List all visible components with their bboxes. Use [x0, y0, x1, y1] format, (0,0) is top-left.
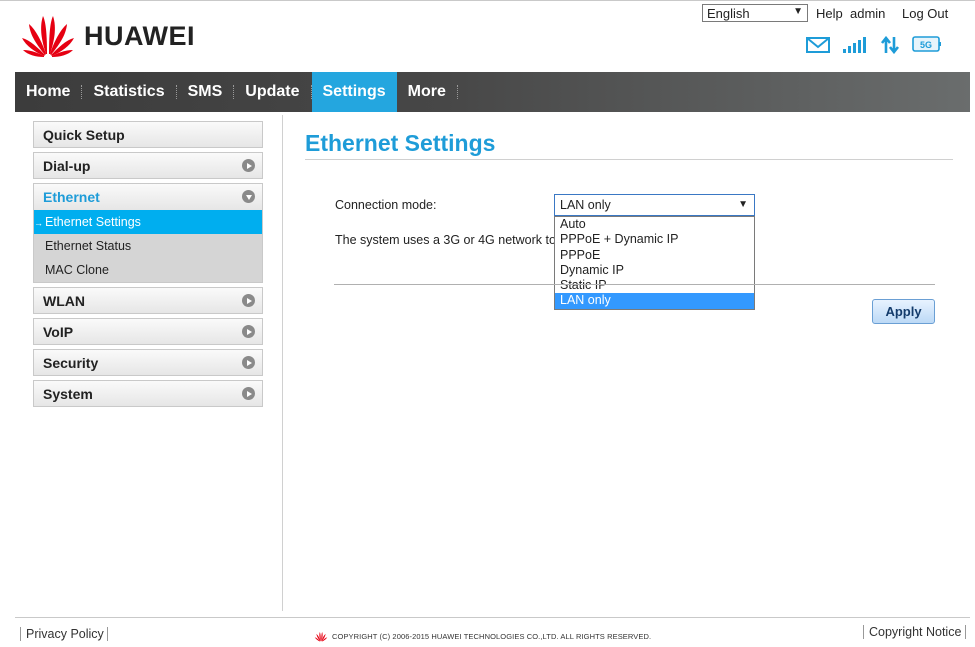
- huawei-flower-icon: [22, 16, 74, 57]
- sidebar-item-label: Ethernet: [43, 189, 100, 205]
- sidebar-item-security[interactable]: Security: [33, 349, 263, 376]
- footer-separator: [107, 627, 108, 641]
- expand-icon: [242, 294, 255, 307]
- connection-mode-select[interactable]: LAN only ▼: [554, 194, 755, 216]
- top-border: [0, 0, 975, 1]
- sidebar-item-ethernet-status[interactable]: Ethernet Status: [34, 234, 262, 258]
- option-dynamic-ip[interactable]: Dynamic IP: [555, 263, 754, 278]
- sidebar-item-voip[interactable]: VoIP: [33, 318, 263, 345]
- copyright-label: COPYRIGHT (C) 2006-2015 HUAWEI TECHNOLOG…: [332, 632, 652, 641]
- nav-settings[interactable]: Settings: [311, 72, 397, 112]
- title-divider: [305, 159, 953, 160]
- expand-icon: [242, 356, 255, 369]
- option-auto[interactable]: Auto: [555, 217, 754, 232]
- footer-divider: [15, 617, 970, 618]
- option-lan-only[interactable]: LAN only: [555, 293, 754, 309]
- expand-icon: [242, 159, 255, 172]
- sidebar-item-label: VoIP: [43, 324, 74, 340]
- connection-description: The system uses a 3G or 4G network to c: [335, 233, 566, 247]
- sidebar-item-ethernet[interactable]: Ethernet: [33, 183, 263, 210]
- main-nav: Home Statistics SMS Update Settings More: [15, 72, 970, 112]
- sidebar-item-ethernet-settings[interactable]: → Ethernet Settings: [34, 210, 262, 234]
- sidebar-item-quick-setup[interactable]: Quick Setup: [33, 121, 263, 148]
- connection-mode-value: LAN only: [560, 198, 611, 212]
- sidebar: Quick Setup Dial-up Ethernet → Ethernet S…: [33, 121, 263, 411]
- sidebar-item-dialup[interactable]: Dial-up: [33, 152, 263, 179]
- network-type-icon: 5G: [912, 36, 941, 52]
- data-transfer-icon: [880, 36, 900, 54]
- sidebar-item-label: Security: [43, 355, 99, 371]
- signal-strength-icon: [843, 37, 866, 53]
- huawei-flower-icon: [314, 631, 328, 642]
- expand-icon: [242, 387, 255, 400]
- chevron-down-icon: ▼: [738, 199, 748, 210]
- arrow-right-icon: →: [34, 218, 43, 228]
- network-type-label: 5G: [920, 40, 932, 50]
- language-value: English: [707, 6, 750, 21]
- apply-button[interactable]: Apply: [872, 299, 935, 324]
- logout-link[interactable]: Log Out: [902, 6, 948, 21]
- footer-separator: [20, 627, 21, 641]
- option-pppoe-dynamic-ip[interactable]: PPPoE + Dynamic IP: [555, 232, 754, 247]
- nav-sms[interactable]: SMS: [177, 72, 234, 112]
- help-link[interactable]: Help: [816, 6, 843, 21]
- expand-icon: [242, 325, 255, 338]
- nav-separator: [456, 85, 458, 99]
- brand-name: HUAWEI: [84, 20, 195, 51]
- option-static-ip[interactable]: Static IP: [555, 278, 754, 293]
- sidebar-item-label: Quick Setup: [43, 127, 125, 143]
- privacy-policy-link[interactable]: Privacy Policy: [26, 627, 104, 641]
- language-select[interactable]: English ▼: [702, 4, 808, 22]
- nav-statistics[interactable]: Statistics: [82, 72, 175, 112]
- collapse-icon: [242, 190, 255, 203]
- form-divider: [334, 284, 935, 285]
- sidebar-item-system[interactable]: System: [33, 380, 263, 407]
- status-icons: 5G: [806, 36, 942, 54]
- chevron-down-icon: ▼: [793, 6, 803, 17]
- mail-icon[interactable]: [806, 36, 830, 54]
- sidebar-item-mac-clone[interactable]: MAC Clone: [34, 258, 262, 282]
- user-name: admin: [850, 6, 886, 21]
- nav-update[interactable]: Update: [234, 72, 310, 112]
- footer-separator: [965, 625, 966, 639]
- sidebar-item-label: Ethernet Settings: [45, 215, 141, 229]
- nav-home[interactable]: Home: [15, 72, 81, 112]
- connection-mode-dropdown: Auto PPPoE + Dynamic IP PPPoE Dynamic IP…: [554, 216, 755, 310]
- option-pppoe[interactable]: PPPoE: [555, 248, 754, 263]
- footer-separator: [863, 625, 864, 639]
- connection-mode-label: Connection mode:: [335, 198, 437, 212]
- content-divider: [282, 115, 283, 611]
- sidebar-item-label: WLAN: [43, 293, 85, 309]
- nav-more[interactable]: More: [397, 72, 457, 112]
- copyright-notice-link[interactable]: Copyright Notice: [869, 625, 961, 639]
- copyright-text: COPYRIGHT (C) 2006-2015 HUAWEI TECHNOLOG…: [314, 631, 651, 642]
- huawei-logo: HUAWEI: [20, 12, 195, 58]
- sidebar-item-label: Dial-up: [43, 158, 91, 174]
- sidebar-item-label: System: [43, 386, 93, 402]
- ethernet-submenu: → Ethernet Settings Ethernet Status MAC C…: [33, 210, 263, 283]
- sidebar-item-wlan[interactable]: WLAN: [33, 287, 263, 314]
- page-title: Ethernet Settings: [305, 130, 496, 156]
